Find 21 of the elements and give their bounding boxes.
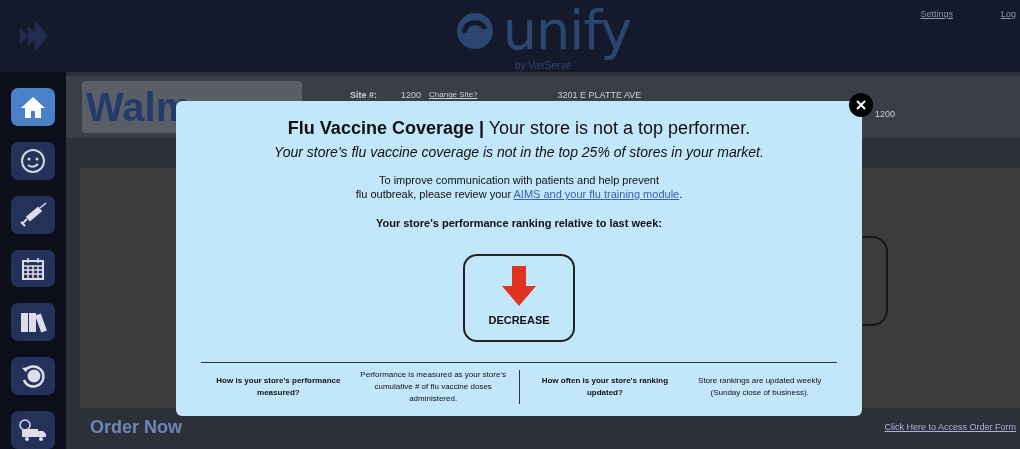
header-link[interactable]: Settings [920, 8, 953, 22]
logo-subtext: by VaxServe [515, 60, 571, 73]
logo-text: unify [502, 4, 632, 58]
faq-answer: Store rankings are updated weekly (Sunday close of business). [697, 374, 823, 399]
order-title: Order Now [90, 418, 182, 438]
site-label: Site #: [350, 89, 377, 103]
address-text: 3201 E PLATTE AVE [556, 89, 642, 103]
ranking-label: Your store's performance ranking relative to last week: [374, 216, 664, 231]
site-number-right: 1200 [874, 108, 895, 122]
faq-question: How often is your store's ranking updated? [540, 374, 670, 399]
trend-label: DECREASE [488, 313, 550, 329]
site-number: 1200 [401, 89, 422, 103]
modal-title: Flu Vaccine Coverage | Your store is not a top performer. [286, 117, 752, 140]
faq-answer: Performance is measured as your store's cumulative # of flu vaccine doses administered. [359, 368, 507, 405]
order-form-link[interactable]: Click Here to Access Order Form [884, 421, 1016, 435]
header-link[interactable]: Log [1000, 8, 1016, 22]
change-site-link[interactable]: Change Site? [429, 89, 478, 102]
modal-subtitle: Your store's flu vaccine coverage is not in the top 25% of stores in your market. [273, 143, 765, 162]
training-link[interactable]: AIMS and your flu training module [513, 188, 680, 200]
faq-question: How is your store's performance measured? [215, 374, 342, 399]
modal-message: To improve communication with patients and help prevent flu outbreak, please review your AIMS and your flu training module. [354, 173, 684, 201]
